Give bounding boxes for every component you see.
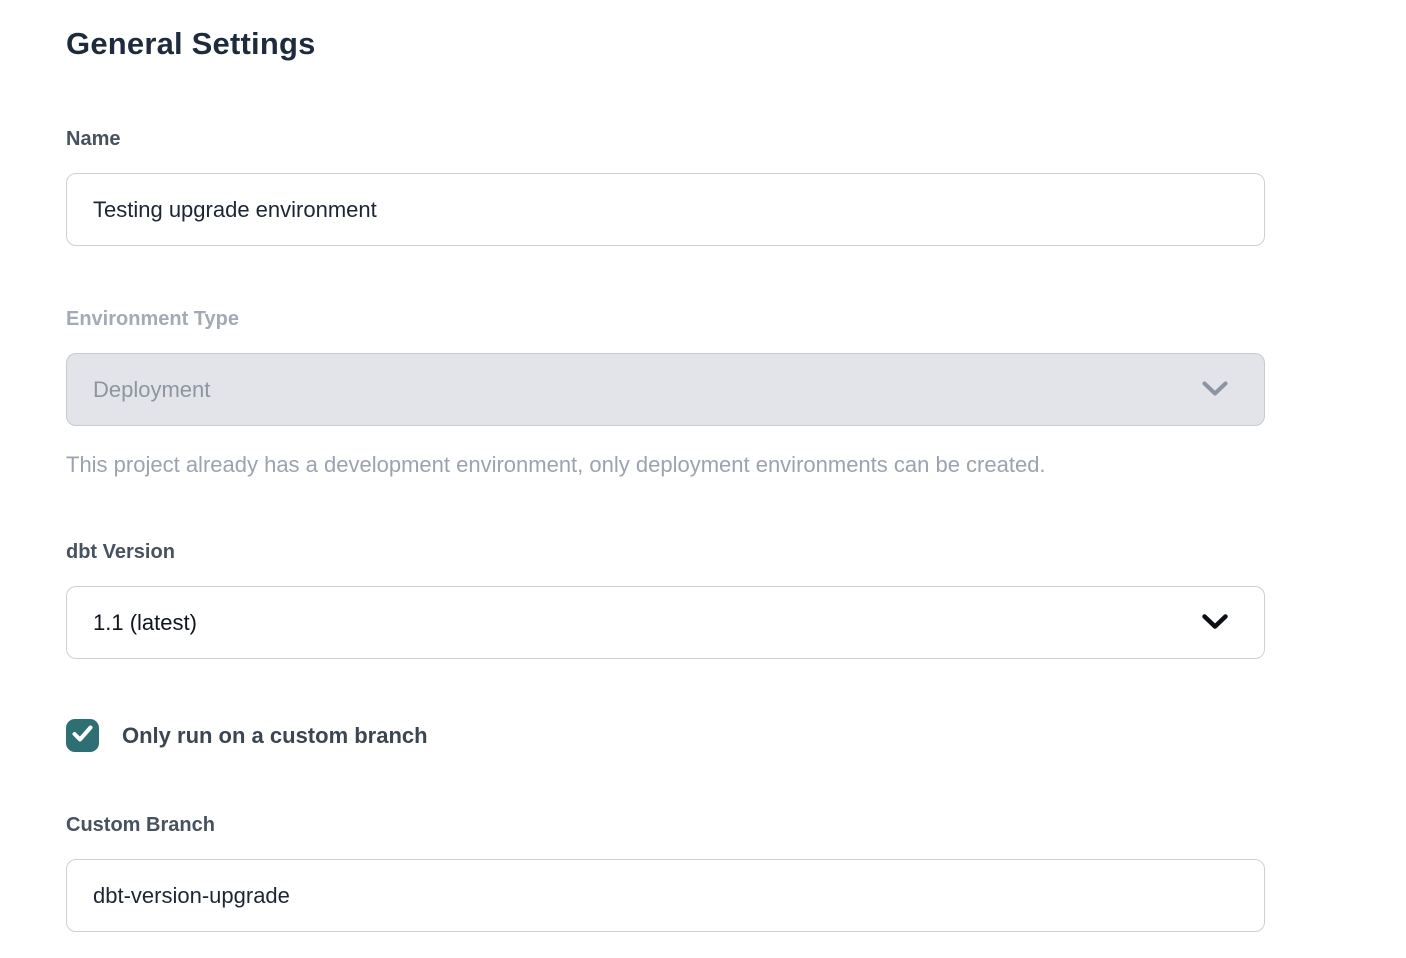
custom-branch-input[interactable] <box>66 859 1265 932</box>
chevron-down-icon <box>1202 610 1228 636</box>
page-title: General Settings <box>66 24 1265 64</box>
environment-type-label: Environment Type <box>66 306 1265 333</box>
chevron-down-icon <box>1202 377 1228 403</box>
dbt-version-select[interactable]: 1.1 (latest) <box>66 586 1265 659</box>
custom-branch-label: Custom Branch <box>66 812 1265 839</box>
check-icon <box>72 725 93 747</box>
dbt-version-field-group: dbt Version 1.1 (latest) <box>66 539 1265 659</box>
general-settings-page: General Settings Name Environment Type D… <box>0 0 1265 932</box>
environment-type-field-group: Environment Type Deployment This project… <box>66 306 1265 479</box>
custom-branch-checkbox[interactable] <box>66 719 99 752</box>
custom-branch-checkbox-label[interactable]: Only run on a custom branch <box>122 723 428 749</box>
name-label: Name <box>66 126 1265 153</box>
dbt-version-label: dbt Version <box>66 539 1265 566</box>
custom-branch-field-group: Custom Branch <box>66 812 1265 932</box>
name-input[interactable] <box>66 173 1265 246</box>
name-field-group: Name <box>66 126 1265 246</box>
environment-type-select: Deployment <box>66 353 1265 426</box>
dbt-version-value: 1.1 (latest) <box>93 610 197 636</box>
environment-type-helper-text: This project already has a development e… <box>66 451 1265 479</box>
environment-type-value: Deployment <box>93 377 210 403</box>
custom-branch-checkbox-row: Only run on a custom branch <box>66 719 1265 752</box>
